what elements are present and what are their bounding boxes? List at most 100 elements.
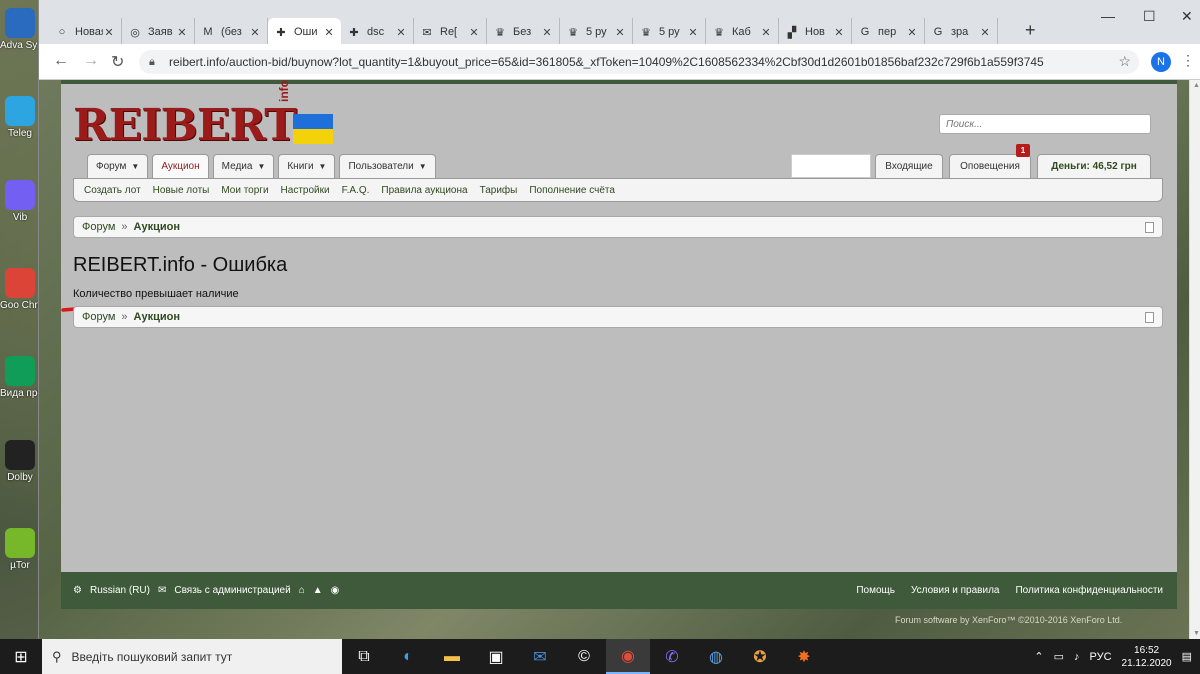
browser-tab[interactable]: ✉ Re[✕ — [414, 18, 487, 46]
user-menu-box[interactable] — [791, 154, 871, 178]
close-tab-icon[interactable]: ✕ — [323, 26, 335, 39]
close-tab-icon[interactable]: ✕ — [468, 26, 480, 39]
close-tab-icon[interactable]: ✕ — [103, 26, 115, 39]
inbox-button[interactable]: Входящие — [875, 154, 943, 178]
browser-tab[interactable]: ♛ 5 ру ✕ — [633, 18, 706, 46]
subnav-link[interactable]: Правила аукциона — [381, 185, 467, 196]
chevron-down-icon[interactable]: ▼ — [419, 162, 427, 171]
address-bar[interactable]: 🔒︎ reibert.info/auction-bid/buynow?lot_q… — [139, 50, 1139, 74]
close-tab-icon[interactable]: ✕ — [614, 26, 626, 39]
browser-tab[interactable]: ○ Новая в✕ — [49, 18, 122, 46]
footer-link[interactable]: Помощь — [856, 585, 895, 596]
media-app-icon[interactable]: ✪ — [738, 639, 782, 674]
language-indicator[interactable]: РУС — [1090, 651, 1112, 663]
browser-tab[interactable]: ▞ Нов ✕ — [779, 18, 852, 46]
subnav-link[interactable]: F.A.Q. — [342, 185, 370, 196]
desktop-shortcut[interactable]: Dolby — [0, 440, 40, 483]
back-icon[interactable]: ← — [53, 52, 69, 70]
close-tab-icon[interactable]: ✕ — [176, 26, 188, 39]
avast-icon[interactable]: ✸ — [782, 639, 826, 674]
chrome-icon[interactable]: ◉ — [606, 639, 650, 674]
clock[interactable]: 16:52 21.12.2020 — [1122, 644, 1172, 670]
nav-tab[interactable]: Форум ▼ — [87, 154, 149, 178]
site-logo[interactable]: REIBERT — [73, 100, 297, 151]
browser-tab[interactable]: ◎ Заяв ✕ — [122, 18, 195, 46]
subnav-link[interactable]: Пополнение счёта — [529, 185, 615, 196]
close-tab-icon[interactable]: ✕ — [541, 26, 553, 39]
minimize-icon[interactable]: — — [1101, 8, 1115, 24]
subnav-link[interactable]: Настройки — [281, 185, 330, 196]
new-tab-button[interactable]: + — [1025, 20, 1036, 41]
viber-icon[interactable]: ✆ — [650, 639, 694, 674]
scroll-up-icon[interactable]: ▲ — [1193, 82, 1200, 89]
alerts-button[interactable]: Оповещения — [949, 154, 1031, 178]
task-view-icon[interactable]: ⧉ — [342, 639, 386, 674]
desktop-shortcut[interactable]: Vib — [0, 180, 40, 223]
nav-tab[interactable]: Медиа ▼ — [212, 154, 275, 178]
nav-tab[interactable]: Книги ▼ — [278, 154, 336, 178]
close-tab-icon[interactable]: ✕ — [249, 26, 261, 39]
search-input[interactable] — [939, 114, 1151, 134]
desktop-shortcut[interactable]: Teleg — [0, 96, 40, 139]
footer-link[interactable]: Условия и правила — [911, 585, 999, 596]
windows-start-icon[interactable]: ⊞ — [0, 639, 42, 674]
money-balance-button[interactable]: Деньги: 46,52 грн — [1037, 154, 1151, 178]
close-tab-icon[interactable]: ✕ — [833, 26, 845, 39]
maximize-icon[interactable]: ☐ — [1143, 8, 1156, 25]
browser-tab[interactable]: ✚ Оши ✕ — [268, 18, 341, 46]
close-tab-icon[interactable]: ✕ — [906, 26, 918, 39]
file-explorer-icon[interactable]: ▬ — [430, 639, 474, 674]
volume-icon[interactable]: ♪ — [1074, 651, 1080, 663]
footer-link[interactable]: Политика конфиденциальности — [1015, 585, 1163, 596]
scroll-down-icon[interactable]: ▼ — [1193, 630, 1200, 637]
breadcrumb-current-link[interactable]: Аукцион — [134, 311, 180, 323]
browser-tab[interactable]: ♛ Каб ✕ — [706, 18, 779, 46]
edge-icon[interactable]: ◐ — [386, 639, 430, 674]
reload-icon[interactable]: ↻ — [111, 52, 124, 72]
close-window-icon[interactable]: ✕ — [1181, 8, 1193, 25]
browser-tab[interactable]: ♛ 5 ру ✕ — [560, 18, 633, 46]
page-scrollbar[interactable]: ▲ ▼ — [1189, 80, 1200, 639]
ccleaner-icon[interactable]: © — [562, 639, 606, 674]
desktop-shortcut[interactable]: Adva Syster — [0, 8, 40, 51]
breadcrumb-root-link[interactable]: Форум — [82, 311, 115, 323]
subnav-link[interactable]: Новые лоты — [153, 185, 210, 196]
home-icon[interactable]: ⌂ — [299, 585, 305, 596]
contact-link[interactable]: Связь с администрацией — [174, 585, 290, 596]
network-icon[interactable]: ▭ — [1054, 650, 1064, 663]
browser-tab[interactable]: Gпер ✕ — [852, 18, 925, 46]
notifications-icon[interactable]: ▤ — [1182, 650, 1192, 663]
rss-icon[interactable]: ◉ — [331, 585, 340, 596]
chevron-up-icon[interactable]: ⌃ — [1034, 650, 1043, 663]
desktop-shortcut[interactable]: Вида прогр — [0, 356, 40, 399]
scroll-top-icon[interactable]: ▲ — [313, 585, 323, 596]
breadcrumb-current-link[interactable]: Аукцион — [134, 221, 180, 233]
subnav-link[interactable]: Мои торги — [221, 185, 268, 196]
desktop-shortcut[interactable]: Goo Chro — [0, 268, 40, 311]
browser-tab[interactable]: ♛ Без ✕ — [487, 18, 560, 46]
subnav-link[interactable]: Создать лот — [84, 185, 141, 196]
forward-icon[interactable]: → — [83, 52, 99, 70]
close-tab-icon[interactable]: ✕ — [760, 26, 772, 39]
more-menu-icon[interactable]: ⋮ — [1181, 52, 1195, 69]
taskbar-search[interactable]: ⚲ Введіть пошуковий запит тут — [42, 639, 342, 674]
chevron-down-icon[interactable]: ▼ — [319, 162, 327, 171]
chevron-down-icon[interactable]: ▼ — [131, 162, 139, 171]
close-tab-icon[interactable]: ✕ — [687, 26, 699, 39]
browser-tab[interactable]: Gзра ✕ — [925, 18, 998, 46]
subnav-link[interactable]: Тарифы — [480, 185, 518, 196]
language-link[interactable]: Russian (RU) — [90, 585, 150, 596]
close-tab-icon[interactable]: ✕ — [979, 26, 991, 39]
chevron-down-icon[interactable]: ▼ — [257, 162, 265, 171]
breadcrumb-root-link[interactable]: Форум — [82, 221, 115, 233]
desktop-shortcut[interactable]: µTor — [0, 528, 40, 571]
nav-tab[interactable]: Пользователи ▼ — [339, 154, 436, 178]
store-icon[interactable]: ▣ — [474, 639, 518, 674]
mail-app-icon[interactable]: ✉ — [518, 639, 562, 674]
utility-app-icon[interactable]: ◍ — [694, 639, 738, 674]
browser-tab[interactable]: ✚ dsc ✕ — [341, 18, 414, 46]
close-tab-icon[interactable]: ✕ — [395, 26, 407, 39]
profile-avatar[interactable]: N — [1151, 52, 1171, 72]
browser-tab[interactable]: M (без ✕ — [195, 18, 268, 46]
nav-tab[interactable]: Аукцион — [152, 154, 209, 178]
